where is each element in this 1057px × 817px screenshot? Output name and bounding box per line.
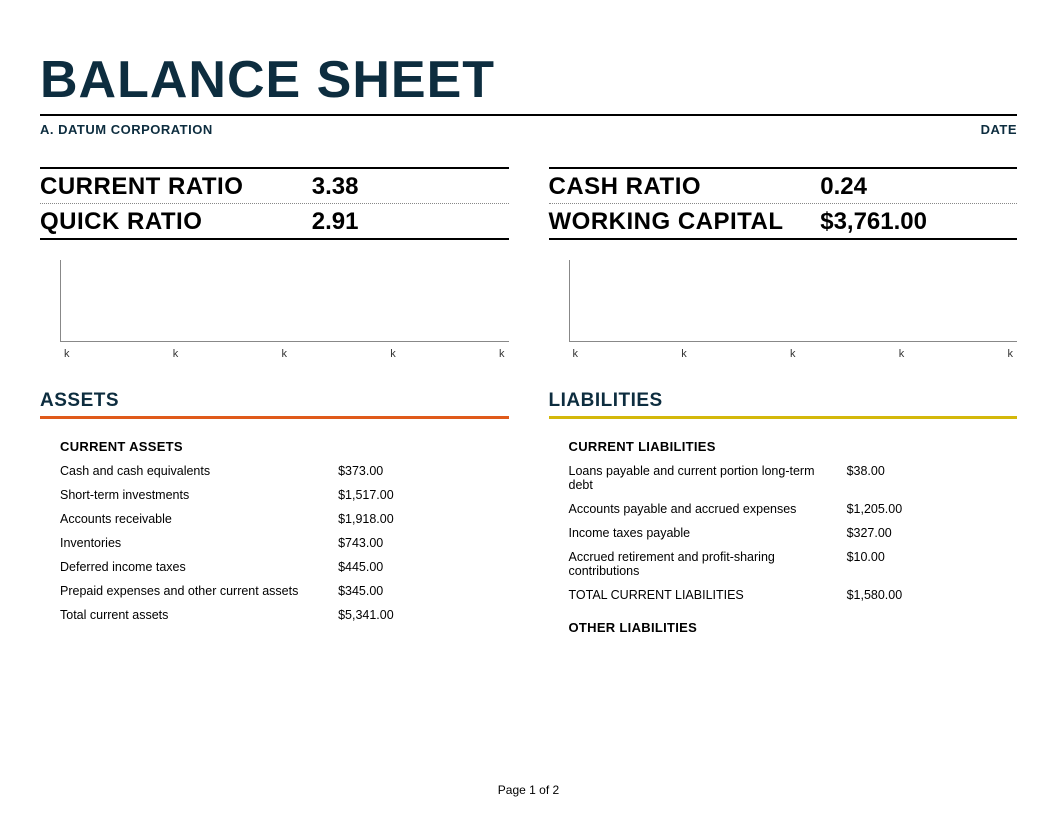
ratio-value: 2.91: [312, 208, 359, 236]
ratio-row: CURRENT RATIO 3.38: [40, 167, 509, 203]
tick-label: k: [390, 348, 396, 360]
line-item: Accounts payable and accrued expenses$1,…: [569, 502, 1018, 516]
tick-label: k: [282, 348, 288, 360]
ratio-label: WORKING CAPITAL: [549, 208, 821, 236]
line-value: $373.00: [338, 464, 508, 478]
ratio-value: 3.38: [312, 173, 359, 201]
tick-label: k: [790, 348, 796, 360]
tick-label: k: [499, 348, 505, 360]
line-value: $10.00: [847, 550, 1017, 578]
subsection-title: CURRENT LIABILITIES: [569, 439, 1018, 454]
line-item: Accounts receivable$1,918.00: [60, 512, 509, 526]
line-item-total: TOTAL CURRENT LIABILITIES$1,580.00: [569, 588, 1018, 602]
line-label: Inventories: [60, 536, 338, 550]
liabilities-section: LIABILITIES CURRENT LIABILITIES Loans pa…: [549, 390, 1018, 645]
line-value: $1,918.00: [338, 512, 508, 526]
chart-ticks: k k k k k: [60, 348, 509, 360]
ratio-row: QUICK RATIO 2.91: [40, 203, 509, 240]
ratio-row: WORKING CAPITAL $3,761.00: [549, 203, 1018, 240]
line-item: Deferred income taxes$445.00: [60, 560, 509, 574]
line-item: Accrued retirement and profit-sharing co…: [569, 550, 1018, 578]
ratio-block: CURRENT RATIO 3.38 QUICK RATIO 2.91 CASH…: [40, 167, 1017, 240]
tick-label: k: [573, 348, 579, 360]
ratio-row: CASH RATIO 0.24: [549, 167, 1018, 203]
page-title: BALANCE SHEET: [40, 50, 1017, 110]
line-value: $345.00: [338, 584, 508, 598]
line-value: $327.00: [847, 526, 1017, 540]
ratio-label: CASH RATIO: [549, 173, 821, 201]
ratio-label: QUICK RATIO: [40, 208, 312, 236]
line-label: Total current assets: [60, 608, 338, 622]
chart-axes: [60, 260, 509, 342]
line-label: Short-term investments: [60, 488, 338, 502]
line-label: Prepaid expenses and other current asset…: [60, 584, 338, 598]
tick-label: k: [681, 348, 687, 360]
tick-label: k: [173, 348, 179, 360]
line-item: Short-term investments$1,517.00: [60, 488, 509, 502]
line-item: Inventories$743.00: [60, 536, 509, 550]
charts-row: k k k k k k k k k k: [40, 260, 1017, 360]
date-label: DATE: [981, 122, 1017, 137]
tick-label: k: [899, 348, 905, 360]
line-value: $1,517.00: [338, 488, 508, 502]
line-value: $1,580.00: [847, 588, 1017, 602]
line-item: Cash and cash equivalents$373.00: [60, 464, 509, 478]
tick-label: k: [64, 348, 70, 360]
other-liabilities: OTHER LIABILITIES: [549, 620, 1018, 635]
line-label: Deferred income taxes: [60, 560, 338, 574]
chart-left: k k k k k: [40, 260, 509, 360]
title-underline: [40, 114, 1017, 116]
sections: ASSETS CURRENT ASSETS Cash and cash equi…: [40, 390, 1017, 645]
ratio-col-left: CURRENT RATIO 3.38 QUICK RATIO 2.91: [40, 167, 509, 240]
line-value: $445.00: [338, 560, 508, 574]
line-label: Accrued retirement and profit-sharing co…: [569, 550, 847, 578]
line-label: Income taxes payable: [569, 526, 847, 540]
line-value: $5,341.00: [338, 608, 508, 622]
line-label: TOTAL CURRENT LIABILITIES: [569, 588, 847, 602]
subsection-title: OTHER LIABILITIES: [569, 620, 1018, 635]
liabilities-header: LIABILITIES: [549, 390, 1018, 419]
ratio-col-right: CASH RATIO 0.24 WORKING CAPITAL $3,761.0…: [549, 167, 1018, 240]
line-value: $743.00: [338, 536, 508, 550]
company-row: A. DATUM CORPORATION DATE: [40, 122, 1017, 137]
tick-label: k: [1008, 348, 1014, 360]
line-item: Income taxes payable$327.00: [569, 526, 1018, 540]
line-value: $1,205.00: [847, 502, 1017, 516]
page-footer: Page 1 of 2: [0, 783, 1057, 797]
ratio-label: CURRENT RATIO: [40, 173, 312, 201]
line-item: Prepaid expenses and other current asset…: [60, 584, 509, 598]
chart-right: k k k k k: [549, 260, 1018, 360]
line-value: $38.00: [847, 464, 1017, 492]
assets-header: ASSETS: [40, 390, 509, 419]
line-label: Accounts receivable: [60, 512, 338, 526]
current-assets: CURRENT ASSETS Cash and cash equivalents…: [40, 439, 509, 622]
line-item-total: Total current assets$5,341.00: [60, 608, 509, 622]
assets-section: ASSETS CURRENT ASSETS Cash and cash equi…: [40, 390, 509, 645]
chart-ticks: k k k k k: [569, 348, 1018, 360]
line-label: Loans payable and current portion long-t…: [569, 464, 847, 492]
ratio-value: $3,761.00: [820, 208, 927, 236]
current-liabilities: CURRENT LIABILITIES Loans payable and cu…: [549, 439, 1018, 602]
chart-axes: [569, 260, 1018, 342]
subsection-title: CURRENT ASSETS: [60, 439, 509, 454]
line-item: Loans payable and current portion long-t…: [569, 464, 1018, 492]
line-label: Cash and cash equivalents: [60, 464, 338, 478]
company-name: A. DATUM CORPORATION: [40, 122, 213, 137]
ratio-value: 0.24: [820, 173, 867, 201]
line-label: Accounts payable and accrued expenses: [569, 502, 847, 516]
